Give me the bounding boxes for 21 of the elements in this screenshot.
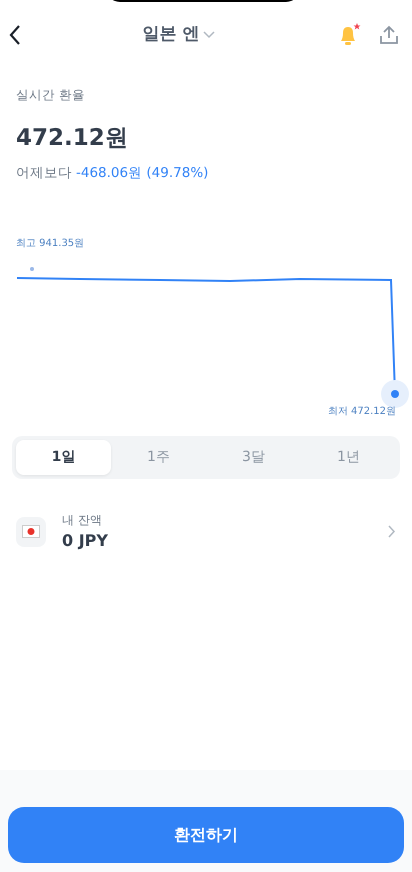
rate-value: 472.12원	[16, 124, 129, 153]
low-marker	[381, 380, 409, 408]
period-tab[interactable]: 3달	[206, 440, 301, 474]
exchange-button[interactable]: 환전하기	[8, 807, 404, 863]
back-icon[interactable]	[8, 24, 22, 46]
flag-icon	[16, 516, 46, 546]
low-label: 최저 472.12원	[328, 404, 396, 418]
chevron-icon[interactable]	[388, 525, 396, 538]
change-label: 어제보다	[16, 164, 72, 184]
rate-label: 실시간 환율	[16, 86, 86, 104]
high-label: 최고 941.35원	[16, 236, 84, 250]
balance-label: 내 잔액	[62, 512, 103, 528]
currency-selector[interactable]: 일본 엔	[142, 22, 216, 48]
period-tab[interactable]: 1년	[301, 440, 396, 474]
high-marker	[30, 266, 34, 270]
period-tab[interactable]: 1일	[16, 440, 111, 474]
period-tab[interactable]: 1주	[111, 440, 206, 474]
caret-icon	[203, 31, 216, 39]
share-icon[interactable]	[378, 24, 400, 46]
change-value: -468.06원 (49.78%)	[76, 164, 208, 184]
balance-amount: 0 JPY	[62, 530, 109, 552]
